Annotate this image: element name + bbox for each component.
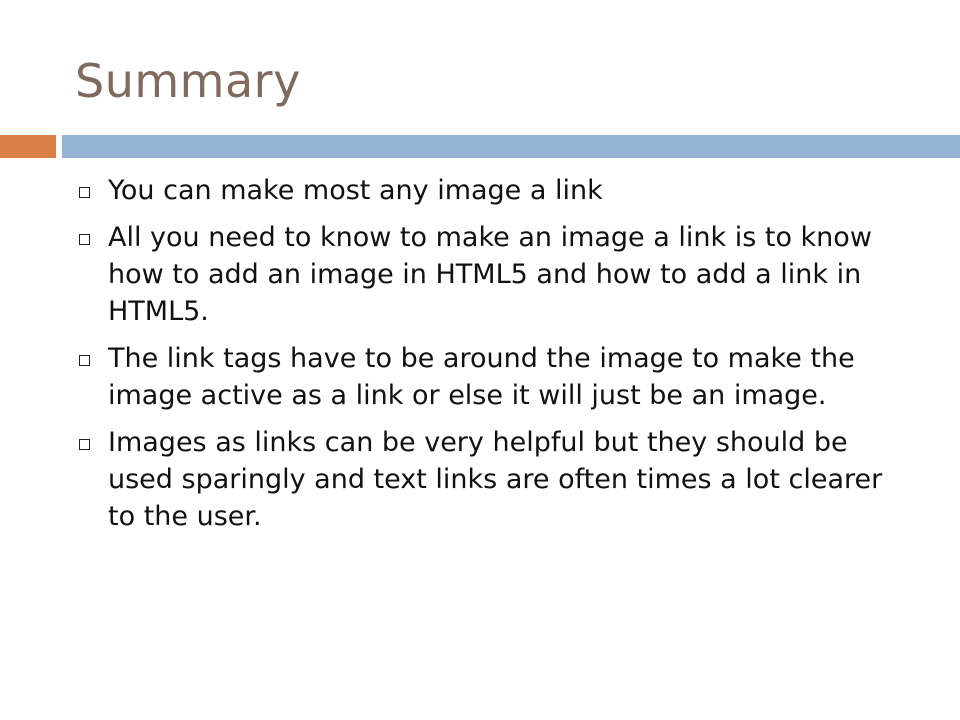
title-divider-bar — [62, 135, 960, 158]
bullet-text: Images as links can be very helpful but … — [108, 427, 883, 532]
list-item: All you need to know to make an image a … — [0, 219, 960, 330]
hollow-square-icon — [79, 234, 90, 245]
slide-title: Summary — [75, 54, 301, 108]
list-item: You can make most any image a link — [0, 172, 960, 209]
hollow-square-icon — [79, 439, 90, 450]
hollow-square-icon — [79, 355, 90, 366]
bullet-list: You can make most any image a link All y… — [0, 172, 960, 545]
bullet-text: The link tags have to be around the imag… — [108, 343, 855, 411]
list-item: Images as links can be very helpful but … — [0, 424, 960, 535]
bullet-text: You can make most any image a link — [108, 175, 603, 206]
slide: Summary You can make most any image a li… — [0, 0, 960, 720]
hollow-square-icon — [79, 187, 90, 198]
title-accent-bar — [0, 135, 56, 158]
bullet-text: All you need to know to make an image a … — [108, 222, 872, 327]
list-item: The link tags have to be around the imag… — [0, 340, 960, 414]
